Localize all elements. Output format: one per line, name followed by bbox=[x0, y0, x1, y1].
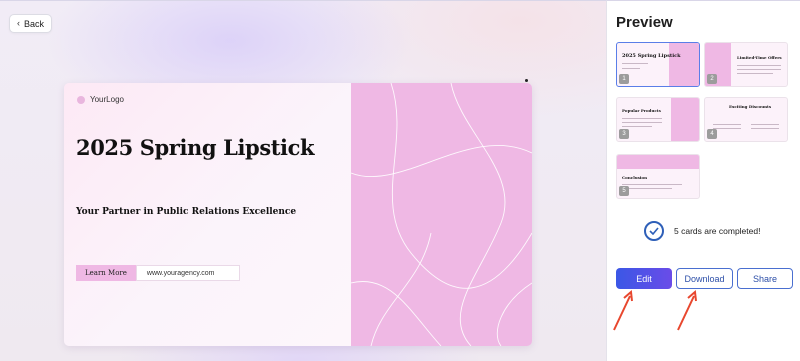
back-button[interactable]: ‹ Back bbox=[9, 14, 52, 33]
decorative-lines bbox=[351, 83, 532, 346]
thumbnail-title: Popular Products bbox=[622, 108, 661, 113]
thumbnail-title: Conclusion bbox=[622, 175, 647, 180]
editor-canvas: ‹ Back YourLogo 2025 Spring Lipstick You… bbox=[0, 0, 606, 361]
annotation-arrow-icon bbox=[677, 290, 697, 331]
slide-content: YourLogo 2025 Spring Lipstick Your Partn… bbox=[64, 83, 351, 346]
chevron-left-icon: ‹ bbox=[16, 18, 20, 28]
share-button[interactable]: Share bbox=[737, 268, 793, 289]
thumbnail-5[interactable]: Conclusion 5 bbox=[616, 154, 700, 199]
slide-title: 2025 Spring Lipstick bbox=[76, 135, 315, 160]
learn-more-button: Learn More bbox=[76, 265, 136, 281]
slide-url: www.youragency.com bbox=[135, 265, 240, 281]
thumbnail-number: 3 bbox=[619, 129, 629, 139]
thumbnail-title: Exciting Discounts bbox=[729, 104, 772, 109]
thumbnail-number: 5 bbox=[619, 186, 629, 196]
edit-button[interactable]: Edit bbox=[616, 268, 672, 289]
thumbnail-3[interactable]: Popular Products 3 bbox=[616, 97, 700, 142]
slide-subtitle: Your Partner in Public Relations Excelle… bbox=[76, 207, 297, 217]
preview-title: Preview bbox=[616, 14, 673, 31]
logo-text: YourLogo bbox=[90, 95, 124, 104]
thumbnail-4[interactable]: Exciting Discounts 4 bbox=[704, 97, 788, 142]
cursor-dot bbox=[525, 79, 528, 82]
preview-panel: Preview 2025 Spring Lipstick 1 Limited-T… bbox=[606, 0, 800, 361]
thumbnail-number: 2 bbox=[707, 74, 717, 84]
thumbnail-title: Limited-Time Offers bbox=[737, 55, 782, 60]
completion-text: 5 cards are completed! bbox=[674, 226, 761, 236]
back-label: Back bbox=[23, 18, 44, 29]
completion-status: 5 cards are completed! bbox=[644, 221, 760, 241]
thumbnail-number: 1 bbox=[619, 74, 629, 84]
check-circle-icon bbox=[644, 221, 664, 241]
annotation-arrow-icon bbox=[613, 290, 633, 331]
thumbnail-number: 4 bbox=[707, 129, 717, 139]
slide-logo: YourLogo bbox=[77, 95, 124, 104]
slide-main[interactable]: YourLogo 2025 Spring Lipstick Your Partn… bbox=[64, 83, 532, 346]
logo-icon bbox=[77, 95, 85, 104]
thumbnail-2[interactable]: Limited-Time Offers 2 bbox=[704, 42, 788, 87]
slide-image bbox=[351, 83, 532, 346]
download-button[interactable]: Download bbox=[676, 268, 733, 289]
thumbnail-title: 2025 Spring Lipstick bbox=[622, 53, 681, 59]
thumbnail-1[interactable]: 2025 Spring Lipstick 1 bbox=[616, 42, 700, 87]
slide-cta: Learn More www.youragency.com bbox=[76, 265, 240, 281]
